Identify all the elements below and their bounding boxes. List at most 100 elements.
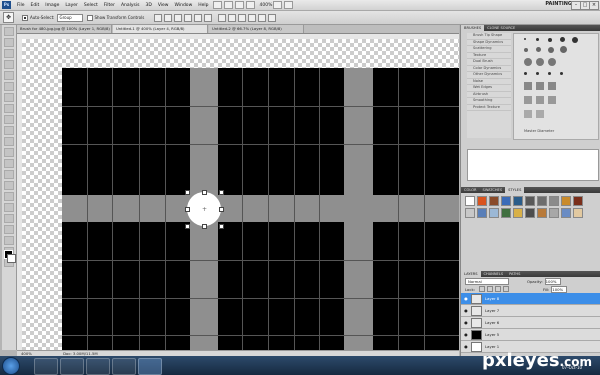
style-swatch[interactable] [525,196,535,206]
tab-layers[interactable]: LAYERS [461,271,481,277]
distribute-right-icon[interactable] [268,13,277,22]
gradient-tool-icon[interactable] [4,148,14,157]
brush-tip[interactable] [572,37,578,43]
brush-tip[interactable] [536,110,544,118]
align-vcenter-icon[interactable] [164,13,173,22]
brush-tip[interactable] [524,82,532,90]
menu-view[interactable]: View [155,3,172,8]
document-canvas[interactable]: + [22,39,459,350]
doc-tab-brush[interactable]: Brush for 480-jpg.jpg @ 100% (Layer 1, R… [17,25,112,33]
transform-handle[interactable] [185,224,190,229]
menu-edit[interactable]: Edit [28,3,43,8]
tab-styles[interactable]: STYLES [505,187,525,193]
arrange-documents-button[interactable] [273,1,283,9]
style-swatch[interactable] [573,208,583,218]
lasso-tool-icon[interactable] [4,49,14,58]
style-swatch[interactable] [513,196,523,206]
tray-date[interactable]: 07-Oct-10 [562,365,582,370]
type-tool-icon[interactable] [4,192,14,201]
layer-row[interactable]: ● Layer 6 [461,317,600,329]
transform-handle[interactable] [185,190,190,195]
auto-select-checkbox[interactable] [22,14,28,21]
blur-tool-icon[interactable] [4,159,14,168]
workspace-switcher[interactable]: PAINTING [545,1,572,7]
brush-tip[interactable] [536,82,544,90]
taskbar-ie-icon[interactable] [34,358,58,375]
distribute-vcenter-icon[interactable] [228,13,237,22]
tab-swatches[interactable]: SWATCHES [480,187,506,193]
doc-tab-untitled-1[interactable]: Untitled-1 @ 400% (Layer 4, RGB/8) [113,25,208,33]
tab-clone-source[interactable]: CLONE SOURCE [484,25,518,31]
move-tool-icon[interactable] [4,27,14,36]
eye-icon[interactable]: ● [463,308,469,314]
lock-image-icon[interactable] [486,286,493,292]
layer-row[interactable]: ● Layer 5 [461,329,600,341]
style-swatch[interactable] [501,208,511,218]
brush-tip[interactable] [548,96,556,104]
zoom-tool-button[interactable] [245,1,255,9]
transform-handle[interactable] [202,190,207,195]
doc-tab-untitled-2[interactable]: Untitled-2 @ 66.7% (Layer 8, RGB/8) [209,25,304,33]
style-swatch[interactable] [525,208,535,218]
align-left-icon[interactable] [184,13,193,22]
brush-tip[interactable] [524,96,532,104]
transform-handle[interactable] [202,224,207,229]
eraser-tool-icon[interactable] [4,137,14,146]
crop-tool-icon[interactable] [4,71,14,80]
hand-tool-button[interactable] [234,1,244,9]
screen-mode-button[interactable] [284,1,294,9]
align-hcenter-icon[interactable] [194,13,203,22]
launch-mini-bridge-button[interactable] [223,1,233,9]
history-brush-tool-icon[interactable] [4,126,14,135]
align-top-icon[interactable] [154,13,163,22]
healing-tool-icon[interactable] [4,93,14,102]
3d-rotate-tool-icon[interactable] [4,225,14,234]
lock-all-icon[interactable] [502,286,509,292]
eye-icon[interactable]: ● [463,320,469,326]
style-swatch[interactable] [513,208,523,218]
taskbar-photoshop-icon[interactable] [138,358,162,375]
brush-tip[interactable] [536,38,539,41]
style-swatch[interactable] [537,196,547,206]
brush-tip[interactable] [524,38,526,40]
align-right-icon[interactable] [204,13,213,22]
transform-handle[interactable] [219,207,224,212]
quick-select-tool-icon[interactable] [4,60,14,69]
tab-channels[interactable]: CHANNELS [481,271,507,277]
brush-tip[interactable] [524,48,528,52]
shape-tool-icon[interactable] [4,214,14,223]
brush-tip[interactable] [548,47,554,53]
menu-analysis[interactable]: Analysis [118,3,143,8]
menu-filter[interactable]: Filter [101,3,118,8]
taskbar-media-icon[interactable] [60,358,84,375]
distribute-top-icon[interactable] [218,13,227,22]
menu-3d[interactable]: 3D [142,3,154,8]
launch-bridge-button[interactable] [212,1,222,9]
move-tool-icon[interactable]: ✥ [3,12,14,23]
distribute-bottom-icon[interactable] [238,13,247,22]
eyedropper-tool-icon[interactable] [4,82,14,91]
menu-file[interactable]: File [14,3,28,8]
menu-select[interactable]: Select [81,3,101,8]
brush-tips-grid[interactable]: Master Diameter [513,33,599,140]
brush-tip[interactable] [548,58,556,66]
dodge-tool-icon[interactable] [4,170,14,179]
close-icon[interactable]: × [589,1,599,10]
start-button[interactable] [2,357,20,375]
brush-tip[interactable] [536,96,544,104]
transform-handle[interactable] [185,207,190,212]
style-swatch[interactable] [561,196,571,206]
brush-tip[interactable] [548,82,556,90]
lock-transparent-icon[interactable] [478,286,485,292]
menu-help[interactable]: Help [195,3,211,8]
layer-row[interactable]: ● Layer 7 [461,305,600,317]
background-color-swatch[interactable] [7,254,16,263]
layer-row[interactable]: ● Layer 8 [461,293,600,305]
brush-tip[interactable] [536,47,541,52]
brush-tip[interactable] [524,72,527,75]
3d-orbit-tool-icon[interactable] [4,236,14,245]
taskbar-folder-icon[interactable] [112,358,136,375]
style-swatch[interactable] [537,208,547,218]
style-swatch[interactable] [573,196,583,206]
distribute-hcenter-icon[interactable] [258,13,267,22]
